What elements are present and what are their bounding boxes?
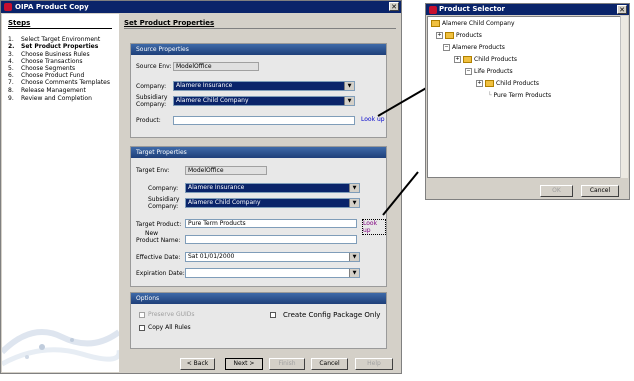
company-icon: [431, 20, 440, 27]
tree-node[interactable]: └ Pure Term Products: [488, 92, 551, 99]
app-icon: [429, 6, 437, 14]
cancel-button[interactable]: Cancel: [581, 185, 619, 197]
folder-icon: [485, 80, 494, 87]
folder-icon: [463, 56, 472, 63]
folder-icon: [445, 32, 454, 39]
expand-icon[interactable]: +: [476, 80, 483, 87]
tree-node[interactable]: + Products: [436, 32, 482, 39]
collapse-icon[interactable]: −: [443, 44, 450, 51]
tree-node[interactable]: Alamere Child Company: [431, 20, 515, 27]
title-bar: Product Selector ✕: [426, 4, 629, 15]
expand-icon[interactable]: +: [454, 56, 461, 63]
scrollbar[interactable]: [620, 16, 628, 178]
expand-icon[interactable]: +: [436, 32, 443, 39]
tree-node[interactable]: + Child Products: [476, 80, 539, 87]
product-selector-window: Product Selector ✕ Alamere Child Company…: [425, 3, 630, 200]
close-icon[interactable]: ✕: [617, 5, 627, 14]
collapse-icon[interactable]: −: [465, 68, 472, 75]
tree-node[interactable]: − Life Products: [465, 68, 513, 75]
ok-button[interactable]: OK: [540, 185, 573, 197]
tree-node[interactable]: − Alamere Products: [443, 44, 505, 51]
window-title: Product Selector: [439, 5, 506, 13]
product-tree: Alamere Child Company + Products − Alamere…: [427, 16, 622, 178]
tree-node[interactable]: + Child Products: [454, 56, 517, 63]
